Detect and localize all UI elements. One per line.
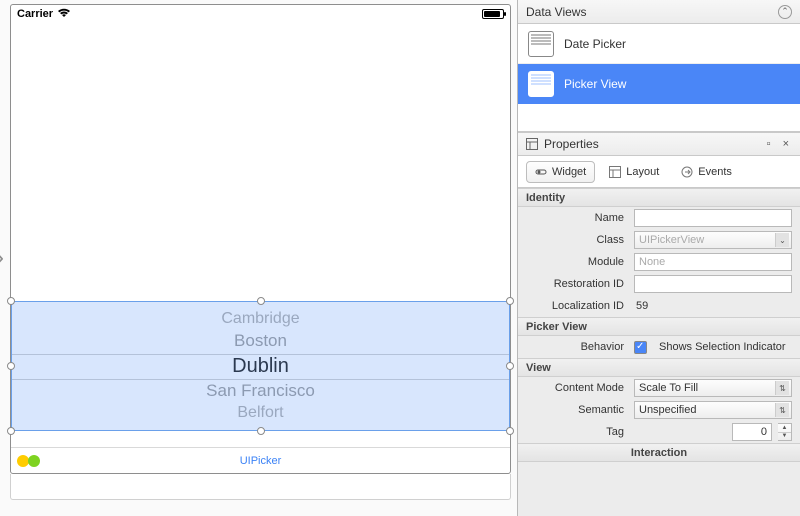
label-class: Class (518, 234, 628, 246)
chevron-up-icon[interactable]: ▲ (778, 424, 791, 433)
chevron-down-icon[interactable]: ▼ (778, 433, 791, 441)
localization-id-value: 59 (634, 300, 648, 312)
semantic-select[interactable]: Unspecified ⇅ (634, 401, 792, 419)
collapse-icon[interactable]: ⌃ (778, 5, 792, 19)
properties-body: Identity Name Class UIPickerView ⌄ Modul… (518, 188, 800, 516)
data-views-item-picker-view[interactable]: Picker View (518, 64, 800, 104)
back-chevron-icon[interactable]: › (0, 244, 4, 272)
resize-handle[interactable] (7, 297, 15, 305)
tab-label: Events (698, 166, 732, 178)
restoration-id-field[interactable] (634, 275, 792, 293)
module-field[interactable] (634, 253, 792, 271)
resize-handle[interactable] (506, 362, 514, 370)
shows-selection-indicator-label: Shows Selection Indicator (657, 341, 786, 353)
resize-handle[interactable] (506, 297, 514, 305)
content-mode-select[interactable]: Scale To Fill ⇅ (634, 379, 792, 397)
tab-label: Widget (552, 166, 586, 178)
panel-title: Properties (544, 137, 599, 151)
wifi-icon (57, 8, 71, 21)
tab-widget[interactable]: Widget (526, 161, 595, 183)
label-content-mode: Content Mode (518, 382, 628, 394)
section-interaction: Interaction (518, 443, 800, 462)
device-frame: Carrier Cambridge Boston Dublin San Fran… (10, 4, 511, 474)
label-behavior: Behavior (518, 341, 628, 353)
data-views-list: Date Picker Picker View (518, 24, 800, 132)
tag-stepper[interactable]: ▲▼ (778, 423, 792, 441)
resize-handle[interactable] (257, 427, 265, 435)
data-views-item-date-picker[interactable]: Date Picker (518, 24, 800, 64)
panel-header-data-views[interactable]: Data Views ⌃ (518, 0, 800, 24)
date-picker-thumb-icon (528, 31, 554, 57)
panel-title: Data Views (526, 5, 586, 19)
detach-icon[interactable]: ▫ (764, 138, 774, 150)
tab-events[interactable]: Events (673, 161, 740, 183)
layout-icon (609, 166, 621, 178)
tab-layout[interactable]: Layout (601, 161, 667, 183)
tag-field[interactable] (732, 423, 772, 441)
resize-handle[interactable] (257, 297, 265, 305)
carrier-label: Carrier (17, 8, 53, 20)
semantic-value: Unspecified (639, 404, 696, 416)
ok-dot-icon[interactable] (28, 455, 40, 467)
properties-icon (526, 138, 538, 150)
events-icon (681, 166, 693, 178)
inspector: Data Views ⌃ Date Picker Picker View Pro… (517, 0, 800, 516)
chevron-up-down-icon: ⇅ (775, 381, 789, 395)
close-icon[interactable]: × (780, 138, 792, 150)
canvas-bottom-strip (10, 474, 511, 500)
panel-header-properties[interactable]: Properties ▫ × (518, 132, 800, 156)
selection-overlay[interactable] (11, 301, 510, 431)
picker-view-thumb-icon (528, 71, 554, 97)
name-field[interactable] (634, 209, 792, 227)
data-views-item-label: Date Picker (564, 37, 626, 51)
shows-selection-indicator-checkbox[interactable] (634, 341, 647, 354)
widget-icon (535, 166, 547, 178)
properties-tabs: Widget Layout Events (518, 156, 800, 188)
label-restoration-id: Restoration ID (518, 278, 628, 290)
class-select-value: UIPickerView (639, 234, 704, 246)
designer-footer: UIPicker (11, 447, 510, 473)
footer-label[interactable]: UIPicker (240, 455, 282, 467)
label-module: Module (518, 256, 628, 268)
resize-handle[interactable] (7, 427, 15, 435)
section-picker-view: Picker View (518, 317, 800, 336)
label-semantic: Semantic (518, 404, 628, 416)
canvas: › Carrier Cambridge Boston Dublin San Fr… (0, 0, 517, 516)
status-bar: Carrier (11, 5, 510, 23)
resize-handle[interactable] (506, 427, 514, 435)
section-identity: Identity (518, 188, 800, 207)
battery-icon (482, 9, 504, 19)
label-localization-id: Localization ID (518, 300, 628, 312)
class-select[interactable]: UIPickerView ⌄ (634, 231, 792, 249)
content-mode-value: Scale To Fill (639, 382, 698, 394)
label-tag: Tag (518, 426, 628, 438)
chevron-up-down-icon: ⇅ (775, 403, 789, 417)
resize-handle[interactable] (7, 362, 15, 370)
section-view: View (518, 358, 800, 377)
chevron-down-icon: ⌄ (775, 233, 789, 247)
data-views-item-label: Picker View (564, 77, 626, 91)
label-name: Name (518, 212, 628, 224)
tab-label: Layout (626, 166, 659, 178)
